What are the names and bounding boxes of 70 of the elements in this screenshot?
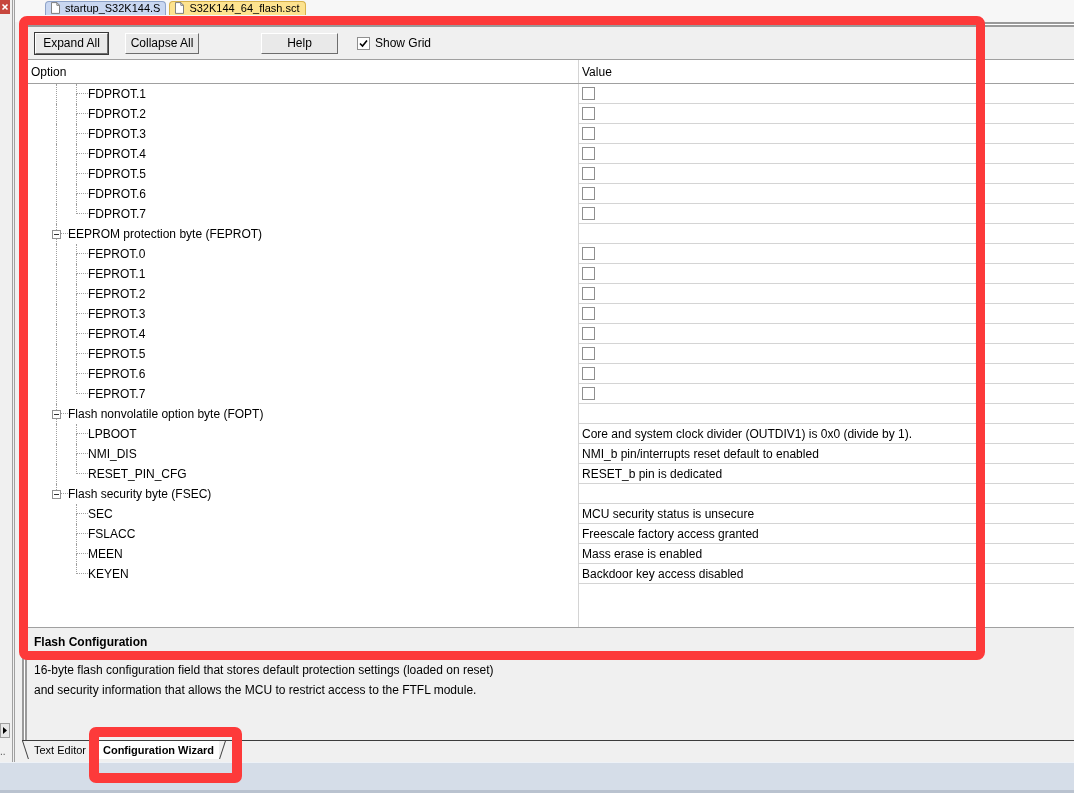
tree-item[interactable]: RESET_PIN_CFG <box>88 466 187 482</box>
tree-item[interactable]: FEPROT.3 <box>88 306 146 322</box>
checkbox[interactable] <box>582 87 595 100</box>
checkbox[interactable] <box>582 127 595 140</box>
value-cell[interactable] <box>578 404 1074 424</box>
checkbox[interactable] <box>582 247 595 260</box>
value-cell[interactable]: Core and system clock divider (OUTDIV1) is 0x0 (divide by 1). <box>578 424 1074 444</box>
checkbox[interactable] <box>582 167 595 180</box>
tree-group-label[interactable]: EEPROM protection byte (FEPROT) <box>68 226 263 242</box>
tree-item[interactable]: MEEN <box>88 546 123 562</box>
view-tab[interactable]: Configuration Wizard <box>97 741 220 759</box>
tree-item[interactable]: FEPROT.2 <box>88 286 146 302</box>
checkbox[interactable] <box>582 207 595 220</box>
tree-item[interactable]: FDPROT.1 <box>88 86 146 102</box>
column-header[interactable]: Value <box>582 64 612 79</box>
close-icon[interactable] <box>0 0 10 14</box>
tree-item[interactable]: KEYEN <box>88 566 129 582</box>
column-header[interactable]: Option <box>31 64 67 79</box>
tree-item[interactable]: FEPROT.7 <box>88 386 146 402</box>
checkbox[interactable] <box>582 147 595 160</box>
tree-item[interactable]: FEPROT.5 <box>88 346 146 362</box>
minus-box-icon[interactable] <box>52 410 61 419</box>
panel-tab-label[interactable]: .. <box>0 746 6 758</box>
tree-item[interactable]: NMI_DIS <box>88 446 137 462</box>
value-cell[interactable]: Freescale factory access granted <box>578 524 1074 544</box>
value-cell[interactable]: MCU security status is unsecure <box>578 504 1074 524</box>
tree-group-label[interactable]: Flash security byte (FSEC) <box>68 486 212 502</box>
tree-item[interactable]: FDPROT.6 <box>88 186 146 202</box>
tree-item[interactable]: FDPROT.7 <box>88 206 146 222</box>
checkbox-label[interactable]: Show Grid <box>375 36 432 50</box>
checkbox[interactable] <box>357 36 370 50</box>
tree-item[interactable]: FDPROT.2 <box>88 106 146 122</box>
tree-item[interactable]: FEPROT.1 <box>88 266 146 282</box>
value-cell[interactable]: NMI_b pin/interrupts reset default to enabled <box>578 444 1074 464</box>
checkbox[interactable] <box>582 347 595 360</box>
toolbar-button[interactable]: Help <box>261 32 338 54</box>
tree-item[interactable]: FSLACC <box>88 526 136 542</box>
tree-item[interactable]: FDPROT.4 <box>88 146 146 162</box>
scroll-right-button[interactable] <box>0 723 10 738</box>
tree-item[interactable]: FEPROT.4 <box>88 326 146 342</box>
tree-item[interactable]: FEPROT.6 <box>88 366 146 382</box>
value-cell[interactable] <box>578 484 1074 504</box>
checkbox[interactable] <box>582 307 595 320</box>
tree-group-label[interactable]: Flash nonvolatile option byte (FOPT) <box>68 406 264 422</box>
checkbox[interactable] <box>582 387 595 400</box>
tree-item[interactable]: FEPROT.0 <box>88 246 146 262</box>
minus-box-icon[interactable] <box>52 230 61 239</box>
description-title: Flash Configuration <box>34 635 148 649</box>
value-cell[interactable] <box>578 224 1074 244</box>
tree-item[interactable]: LPBOOT <box>88 426 137 442</box>
minus-box-icon[interactable] <box>52 490 61 499</box>
tree-item[interactable]: SEC <box>88 506 113 522</box>
checkbox[interactable] <box>582 267 595 280</box>
arrow-right-icon <box>3 727 7 734</box>
checkbox[interactable] <box>582 367 595 380</box>
value-cell[interactable]: RESET_b pin is dedicated <box>578 464 1074 484</box>
toolbar-button[interactable]: Collapse All <box>125 32 199 54</box>
checkbox[interactable] <box>582 327 595 340</box>
description-text: 16-byte flash configuration field that stores default protection settings (loaded on reset) and security information that allows the MCU to restrict access to the FTFL module. <box>34 662 494 699</box>
view-tab[interactable]: Text Editor <box>29 741 91 759</box>
file-tab[interactable]: startup_S32K144.S <box>45 1 167 15</box>
file-tab[interactable]: S32K144_64_flash.sct <box>169 1 306 15</box>
toolbar-button[interactable]: Expand All <box>35 32 108 54</box>
tree-item[interactable]: FDPROT.3 <box>88 126 146 142</box>
checkbox[interactable] <box>582 107 595 120</box>
checkbox[interactable] <box>582 187 595 200</box>
tree-item[interactable]: FDPROT.5 <box>88 166 146 182</box>
value-cell[interactable]: Mass erase is enabled <box>578 544 1074 564</box>
value-cell[interactable]: Backdoor key access disabled <box>578 564 1074 584</box>
checkbox[interactable] <box>582 287 595 300</box>
